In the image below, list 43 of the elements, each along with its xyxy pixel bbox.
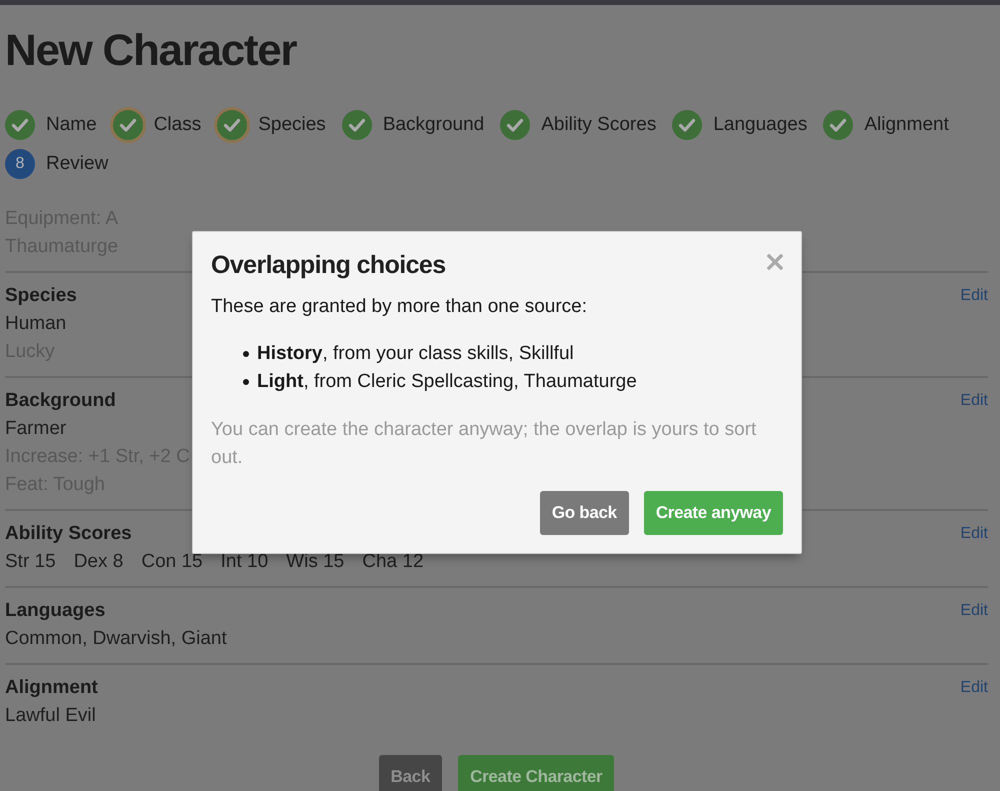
step-tab[interactable]: Ability Scores (497, 107, 656, 143)
section-value: Lawful Evil (5, 704, 96, 728)
bullet-icon (243, 351, 249, 357)
ability-score: Con 15 (141, 550, 203, 574)
section-heading: Ability Scores (5, 522, 132, 546)
go-back-button[interactable]: Go back (540, 491, 629, 535)
edit-link[interactable]: Edit (960, 601, 988, 621)
create-anyway-button[interactable]: Create anyway (644, 491, 783, 535)
section-heading: Languages (5, 599, 106, 623)
overlap-item: History, from your class skills, Skillful (257, 342, 574, 366)
step-tab[interactable]: Name (2, 107, 97, 143)
step-tab[interactable]: Species (214, 107, 326, 143)
section-heading: Background (5, 389, 116, 413)
back-button[interactable]: Back (378, 755, 442, 791)
page-title: New Character (5, 27, 296, 75)
ability-score: Wis 15 (286, 550, 344, 574)
close-icon (767, 254, 783, 270)
ability-score: Str 15 (5, 550, 56, 574)
step-number: 8 (5, 149, 35, 179)
section-heading: Species (5, 284, 77, 308)
bullet-icon (243, 379, 249, 385)
modal-title: Overlapping choices (211, 250, 446, 281)
modal-note: You can create the character anyway; the overlap is yours to sort out. (211, 418, 758, 470)
edit-link[interactable]: Edit (960, 524, 988, 544)
ability-score: Cha 12 (362, 550, 424, 574)
close-button[interactable] (767, 254, 783, 270)
step-tab[interactable]: 8 Review (2, 146, 108, 182)
edit-link[interactable]: Edit (960, 286, 988, 306)
overlap-item: Light, from Cleric Spellcasting, Thaumaturge (257, 370, 637, 394)
ability-score: Int 10 (220, 550, 268, 574)
section-value: Human (5, 312, 66, 336)
section-heading: Alignment (5, 676, 98, 700)
edit-link[interactable]: Edit (960, 391, 988, 411)
step-tab[interactable]: Class (110, 107, 202, 143)
step-tab[interactable]: Alignment (820, 107, 949, 143)
modal-text: These are granted by more than one source: (211, 295, 588, 319)
section-value: Common, Dwarvish, Giant (5, 627, 227, 651)
create-button[interactable]: Create Character (458, 755, 614, 791)
ability-score: Dex 8 (74, 550, 124, 574)
edit-link[interactable]: Edit (960, 678, 988, 698)
section-value: Farmer (5, 417, 66, 441)
step-tab[interactable]: Languages (669, 107, 808, 143)
step-tab[interactable]: Background (338, 107, 484, 143)
